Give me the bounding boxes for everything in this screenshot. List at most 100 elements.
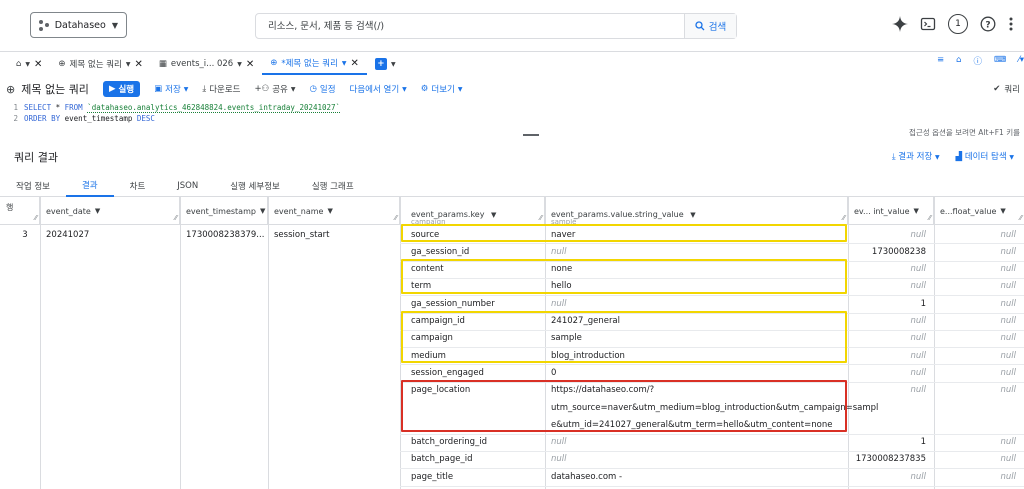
header-row-label: 행 — [6, 203, 14, 212]
info-icon[interactable]: ⓘ — [974, 55, 983, 67]
home-tab[interactable]: ⌂ ▼ ✕ — [8, 53, 50, 75]
caret-down-icon: ▼ — [125, 60, 131, 68]
tab-json[interactable]: JSON — [161, 175, 214, 197]
close-icon[interactable]: ✕ — [135, 59, 143, 70]
save-button[interactable]: ▣ 저장 ▼ — [154, 83, 188, 95]
resize-grip-icon[interactable]: ⁄⁄ — [35, 214, 37, 222]
close-icon[interactable]: ✕ — [351, 58, 359, 69]
cloud-shell-icon[interactable] — [920, 16, 936, 32]
tab-chart[interactable]: 차트 — [114, 175, 162, 197]
sql-keyword: ORDER BY — [24, 114, 61, 123]
search-box: 검색 — [255, 13, 737, 39]
resize-grip-icon[interactable]: ⁄⁄ — [843, 214, 845, 222]
cell-param-float-value: null — [1000, 316, 1017, 326]
header-int-value[interactable]: ev... int_value ▼ ⁄⁄ — [848, 197, 934, 225]
search-input[interactable] — [256, 14, 686, 38]
resize-grip-icon[interactable]: ⁄⁄ — [1020, 214, 1022, 222]
tab-label: 제목 없는 쿼리 — [69, 60, 122, 70]
run-button[interactable]: ▶ 실행 — [102, 81, 141, 97]
header-label-text: event_params.value.string_value — [551, 210, 684, 219]
tab-untitled-query-2[interactable]: ⊕ *제목 없는 쿼리 ▼ ✕ — [262, 53, 367, 75]
tab-execution-details[interactable]: 실행 세부정보 — [214, 175, 296, 197]
cell-param-int-value: null — [910, 367, 927, 378]
more-vert-icon[interactable] — [1008, 16, 1014, 32]
resize-grip-icon[interactable]: ⁄⁄ — [175, 214, 177, 222]
cell-param-float-value: null — [1000, 246, 1017, 257]
header-event-params-string-value[interactable]: event_params.value.string_value ▼ sample… — [545, 197, 848, 225]
help-icon[interactable]: ? — [980, 16, 996, 32]
sql-keyword: DESC — [136, 114, 155, 123]
schedule-label: 일정 — [319, 85, 336, 95]
explore-data-button[interactable]: ▟ 데이터 탐색 ▼ — [956, 150, 1014, 162]
header-row: 행 ⁄⁄ — [0, 197, 40, 225]
run-label: 실행 — [118, 85, 135, 95]
resize-grip-icon[interactable]: ⁄⁄ — [395, 214, 397, 222]
tab-events-table[interactable]: ▦ events_i... 026 ▼ ✕ — [151, 53, 262, 75]
list-icon[interactable]: ≡ — [937, 55, 944, 67]
resize-handle[interactable] — [523, 134, 539, 136]
query-title: ⊕ 제목 없는 쿼리 — [6, 81, 89, 97]
search-icon — [695, 21, 705, 31]
caret-down-icon: ▼ — [111, 20, 118, 30]
cell-param-float-value: null — [1000, 333, 1017, 344]
clock-icon: ◷ — [309, 84, 317, 94]
cell-param-int-value: 1730008237835 — [855, 454, 926, 465]
header-event-name[interactable]: event_name ▼ ⁄⁄ — [268, 197, 400, 225]
cell-param-int-value: null — [910, 316, 927, 326]
chart-icon: ▟ — [955, 152, 963, 162]
format-icon[interactable]: ⁄▾ — [1018, 55, 1024, 67]
cell-param-string-value: null — [551, 454, 567, 465]
header-label: event_date — [46, 206, 91, 216]
cell-param-float-value: null — [1000, 350, 1017, 361]
cell-param-float-value: null — [1000, 229, 1017, 240]
gemini-sparkle-icon[interactable] — [892, 16, 908, 32]
cell-param-key: ga_session_id — [411, 246, 470, 257]
header-event-date[interactable]: event_date ▼ ⁄⁄ — [40, 197, 180, 225]
notifications-badge[interactable]: 1 — [948, 14, 968, 34]
results-subtabs: 작업 정보 결과 차트 JSON 실행 세부정보 실행 그래프 — [0, 175, 1024, 197]
sql-editor[interactable]: 1 SELECT * FROM `datahaseo.analytics_462… — [0, 102, 1024, 140]
schedule-button[interactable]: ◷ 일정 — [309, 83, 335, 95]
tab-untitled-query-1[interactable]: ⊕ 제목 없는 쿼리 ▼ ✕ — [50, 53, 150, 75]
sql-text: event_timestamp — [60, 114, 137, 123]
caret-down-icon: ▼ — [237, 60, 242, 68]
cell-param-int-value: 1 — [920, 298, 926, 309]
tab-results[interactable]: 결과 — [65, 175, 114, 197]
cell-param-int-value: null — [910, 350, 927, 361]
header-label-text: event_params.key — [411, 210, 485, 219]
header-event-timestamp[interactable]: event_timestamp ▼ — [180, 197, 268, 225]
cell-param-float-value: null — [1000, 264, 1017, 275]
more-button[interactable]: ⚙ 더보기 ▼ — [421, 83, 463, 95]
home-icon: ⌂ — [16, 59, 22, 69]
header-float-value[interactable]: e...float_value ▼ ⁄⁄ — [934, 197, 1024, 225]
caret-down-icon: ▼ — [94, 207, 101, 215]
share-button[interactable]: +⚇ 공유 ▼ — [254, 83, 295, 95]
editor-tabs: ⌂ ▼ ✕ ⊕ 제목 없는 쿼리 ▼ ✕ ▦ events_i... 026 ▼… — [0, 53, 1024, 75]
cell-param-int-value: null — [910, 281, 927, 292]
header-label: ev... int_value — [854, 206, 910, 216]
tab-execution-graph[interactable]: 실행 그래프 — [296, 175, 370, 197]
resize-grip-icon[interactable]: ⁄⁄ — [929, 214, 931, 222]
project-selector[interactable]: Datahaseo ▼ — [30, 12, 127, 38]
add-tab-button[interactable]: + ▼ — [367, 53, 404, 75]
download-button[interactable]: ⤓ 다운로드 — [202, 83, 240, 95]
header-event-params-key[interactable]: event_params.key ▼ campaign ⁄⁄ — [405, 197, 545, 225]
tab-label: events_i... 026 — [170, 59, 234, 69]
search-button[interactable]: 검색 — [684, 14, 736, 38]
home-icon[interactable]: ⌂ — [956, 55, 961, 67]
open-in-button[interactable]: 다음에서 열기 ▼ — [350, 83, 407, 95]
header-label: event_params.value.string_value ▼ — [551, 210, 696, 219]
resize-grip-icon[interactable]: ⁄⁄ — [540, 214, 542, 222]
keyboard-icon[interactable]: ⌨ — [994, 55, 1006, 67]
query-icon: ⊕ — [58, 59, 66, 69]
cell-param-float-value: null — [1000, 385, 1017, 396]
cell-param-int-value: null — [910, 471, 927, 482]
tab-job-info[interactable]: 작업 정보 — [0, 175, 66, 197]
sql-keyword: FROM — [64, 103, 83, 112]
cell-param-int-value: 1730008238 — [871, 246, 926, 257]
caret-down-icon: ▼ — [402, 85, 407, 93]
close-icon[interactable]: ✕ — [246, 59, 254, 70]
close-icon[interactable]: ✕ — [34, 59, 42, 70]
save-results-button[interactable]: ⤓ 결과 저장 ▼ — [892, 150, 940, 162]
accessibility-hint: 접근성 옵션을 보려면 Alt+F1 키를 — [909, 128, 1020, 137]
